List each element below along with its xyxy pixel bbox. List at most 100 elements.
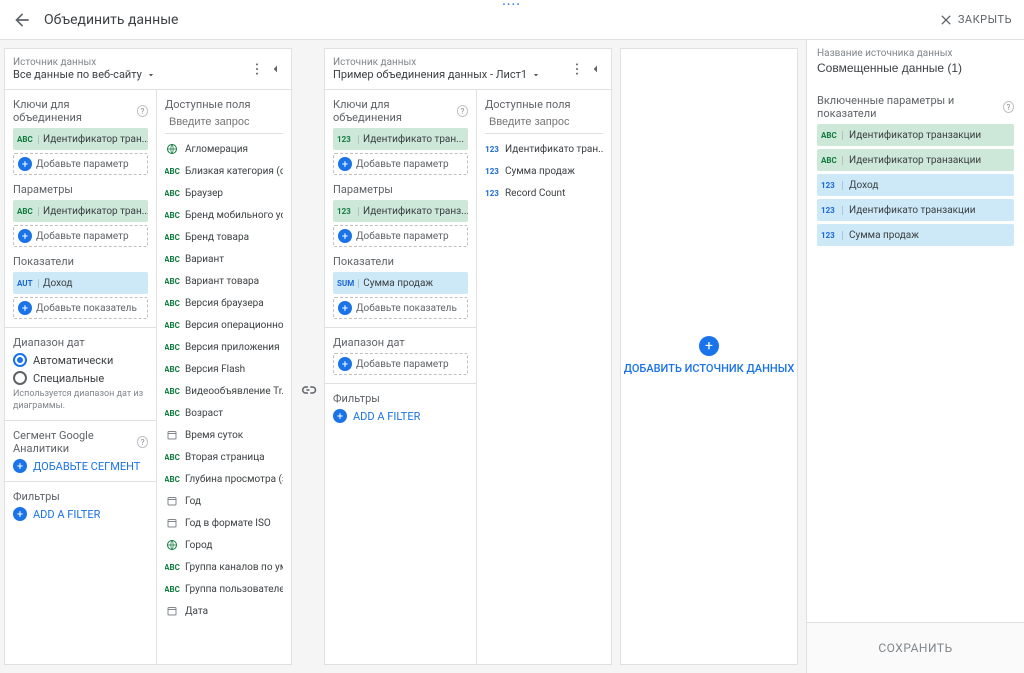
plus-icon: +	[699, 336, 719, 356]
source1-config: Ключи для объединения? ABCИдентификатор …	[5, 90, 157, 664]
chevron-down-icon	[531, 70, 541, 80]
param-chip[interactable]: 123Идентификато транз...	[333, 200, 468, 222]
page-title: Объединить данные	[44, 12, 178, 28]
metric-chip[interactable]: SUMСумма продаж	[333, 272, 468, 294]
field-item[interactable]: Год	[165, 490, 283, 512]
date-auto[interactable]: Автоматически	[13, 353, 148, 367]
field-item[interactable]: ABCВерсия приложения	[165, 336, 283, 358]
source2-name[interactable]: Пример объединения данных - Лист1	[333, 68, 569, 81]
params-title: Параметры	[333, 183, 468, 196]
more-icon[interactable]	[249, 61, 265, 77]
add-date-param[interactable]: +Добавьте параметр	[333, 353, 468, 375]
source2-fields: Доступные поля 123Идентификато тран...12…	[477, 90, 611, 664]
filters-title: Фильтры	[13, 490, 148, 503]
field-item[interactable]: ABCВидеообъявление Tr...	[165, 380, 283, 402]
add-join-key[interactable]: +Добавьте параметр	[333, 153, 468, 175]
metrics-title: Показатели	[13, 255, 148, 268]
field-item[interactable]: ABCВариант	[165, 248, 283, 270]
field-item[interactable]: Год в формате ISO	[165, 512, 283, 534]
included-item[interactable]: 123Идентификато транзакции	[817, 199, 1014, 221]
field-item[interactable]: ABCГруппа пользователей	[165, 578, 283, 600]
field-item[interactable]: Город	[165, 534, 283, 556]
save-button[interactable]: СОХРАНИТЬ	[838, 633, 992, 663]
help-icon[interactable]: ?	[457, 105, 468, 117]
back-arrow-icon[interactable]	[12, 10, 32, 30]
output-panel: Название источника данных Включенные пар…	[806, 40, 1024, 673]
field-item[interactable]: Агломерация	[165, 138, 283, 160]
date-custom[interactable]: Специальные	[13, 371, 148, 385]
add-filter[interactable]: +ADD A FILTER	[13, 507, 148, 521]
param-chip[interactable]: ABCИдентификатор тран...	[13, 200, 148, 222]
field-item[interactable]: ABCВторая страница	[165, 446, 283, 468]
included-title: Включенные параметры и показатели?	[817, 94, 1014, 120]
field-item[interactable]: 123Record Count	[485, 182, 603, 204]
help-icon[interactable]: ?	[137, 436, 148, 448]
field-item[interactable]: ABCБренд товара	[165, 226, 283, 248]
link-icon	[299, 381, 317, 399]
field-item[interactable]: ABCВерсия браузера	[165, 292, 283, 314]
source-label: Источник данных	[333, 57, 569, 68]
join-key-chip[interactable]: 123Идентификато тран...	[333, 128, 468, 150]
date-range-title: Диапазон дат	[13, 336, 148, 349]
metrics-title: Показатели	[333, 255, 468, 268]
source2-config: Ключи для объединения? 123Идентификато т…	[325, 90, 477, 664]
add-param[interactable]: +Добавьте параметр	[333, 225, 468, 247]
field-item[interactable]: 123Идентификато тран...	[485, 138, 603, 160]
output-name-input[interactable]	[817, 59, 1014, 82]
help-icon[interactable]: ?	[1003, 101, 1014, 113]
source1-name[interactable]: Все данные по веб-сайту	[13, 68, 249, 81]
collapse-icon[interactable]	[267, 61, 283, 77]
field-item[interactable]: ABCВозраст	[165, 402, 283, 424]
collapse-icon[interactable]	[587, 61, 603, 77]
add-join-key[interactable]: +Добавьте параметр	[13, 153, 148, 175]
add-source-button[interactable]: + ДОБАВИТЬ ИСТОЧНИК ДАННЫХ	[620, 48, 798, 665]
included-item[interactable]: 123Доход	[817, 174, 1014, 196]
join-key-chip[interactable]: ABCИдентификатор тран...	[13, 128, 148, 150]
field-item[interactable]: ABCБраузер	[165, 182, 283, 204]
ga-segment-title: Сегмент Google Аналитики?	[13, 429, 148, 455]
field-item[interactable]: ABCВерсия операционно...	[165, 314, 283, 336]
chevron-down-icon	[146, 70, 156, 80]
avail-fields-title: Доступные поля	[165, 98, 283, 111]
help-icon[interactable]: ?	[137, 105, 148, 117]
field-item[interactable]: ABCВариант товара	[165, 270, 283, 292]
included-item[interactable]: ABCИдентификатор транзакции	[817, 149, 1014, 171]
params-title: Параметры	[13, 183, 148, 196]
field-search	[165, 115, 283, 134]
source1-header: Источник данных Все данные по веб-сайту	[5, 49, 291, 90]
add-metric[interactable]: +Добавьте показатель	[333, 297, 468, 319]
field-item[interactable]: 123Сумма продаж	[485, 160, 603, 182]
date-hint: Используется диапазон дат из диаграммы.	[13, 389, 148, 412]
add-filter[interactable]: +ADD A FILTER	[333, 409, 468, 423]
field-item[interactable]: ABCБлизкая категория (о...	[165, 160, 283, 182]
source-panel-2: Источник данных Пример объединения данны…	[324, 48, 612, 665]
more-icon[interactable]	[569, 61, 585, 77]
field-search-input[interactable]	[489, 116, 611, 128]
add-param[interactable]: +Добавьте параметр	[13, 225, 148, 247]
close-button[interactable]: ЗАКРЫТЬ	[938, 12, 1012, 28]
field-item[interactable]: Время суток	[165, 424, 283, 446]
field-item[interactable]: ABCГлубина просмотра (з...	[165, 468, 283, 490]
add-segment[interactable]: +ДОБАВЬТЕ СЕГМЕНТ	[13, 459, 148, 473]
source-panel-1: Источник данных Все данные по веб-сайту …	[4, 48, 292, 665]
field-item[interactable]: ABCВерсия Flash	[165, 358, 283, 380]
field-item[interactable]: ABCГруппа каналов по ум...	[165, 556, 283, 578]
field-item[interactable]: ABCБренд мобильного ус...	[165, 204, 283, 226]
output-name-label: Название источника данных	[817, 48, 1014, 59]
metric-chip[interactable]: AUTДоход	[13, 272, 148, 294]
date-range-title: Диапазон дат	[333, 336, 468, 349]
source-label: Источник данных	[13, 57, 249, 68]
included-item[interactable]: 123Сумма продаж	[817, 224, 1014, 246]
source1-fields: Доступные поля АгломерацияABCБлизкая кат…	[157, 90, 291, 664]
resize-handle[interactable]: ••••	[503, 0, 522, 9]
save-bar: СОХРАНИТЬ	[807, 622, 1024, 673]
add-metric[interactable]: +Добавьте показатель	[13, 297, 148, 319]
field-search-input[interactable]	[169, 116, 291, 128]
field-item[interactable]: Дата	[165, 600, 283, 622]
source2-header: Источник данных Пример объединения данны…	[325, 49, 611, 90]
join-keys-title: Ключи для объединения?	[333, 98, 468, 124]
join-link[interactable]	[296, 48, 320, 673]
close-icon	[938, 12, 954, 28]
header: •••• Объединить данные ЗАКРЫТЬ	[0, 0, 1024, 40]
included-item[interactable]: ABCИдентификатор транзакции	[817, 124, 1014, 146]
